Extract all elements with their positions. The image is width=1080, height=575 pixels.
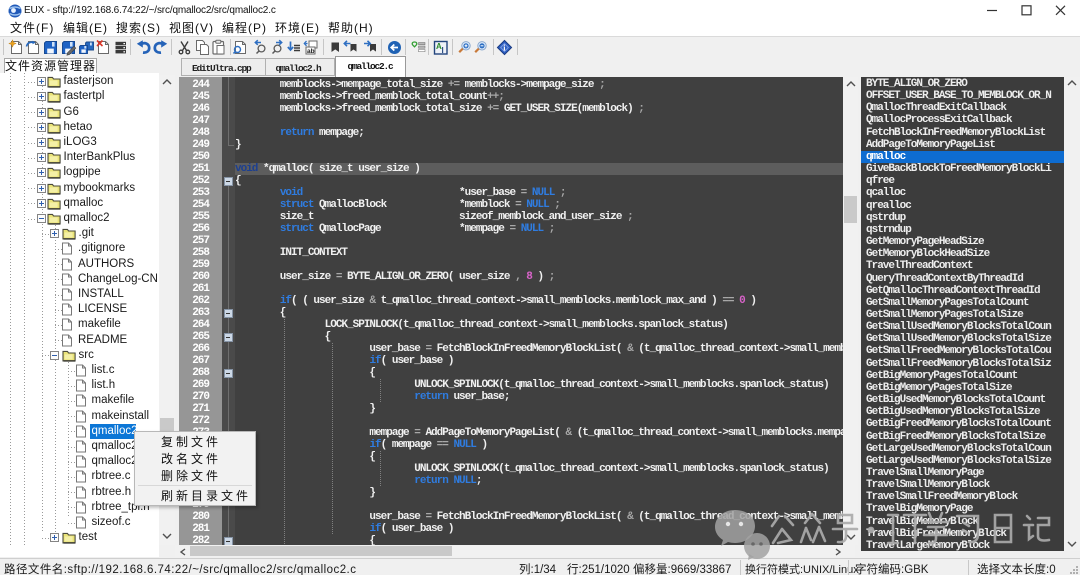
svg-text:ab: ab (307, 48, 315, 55)
svg-text:l: l (442, 46, 444, 55)
